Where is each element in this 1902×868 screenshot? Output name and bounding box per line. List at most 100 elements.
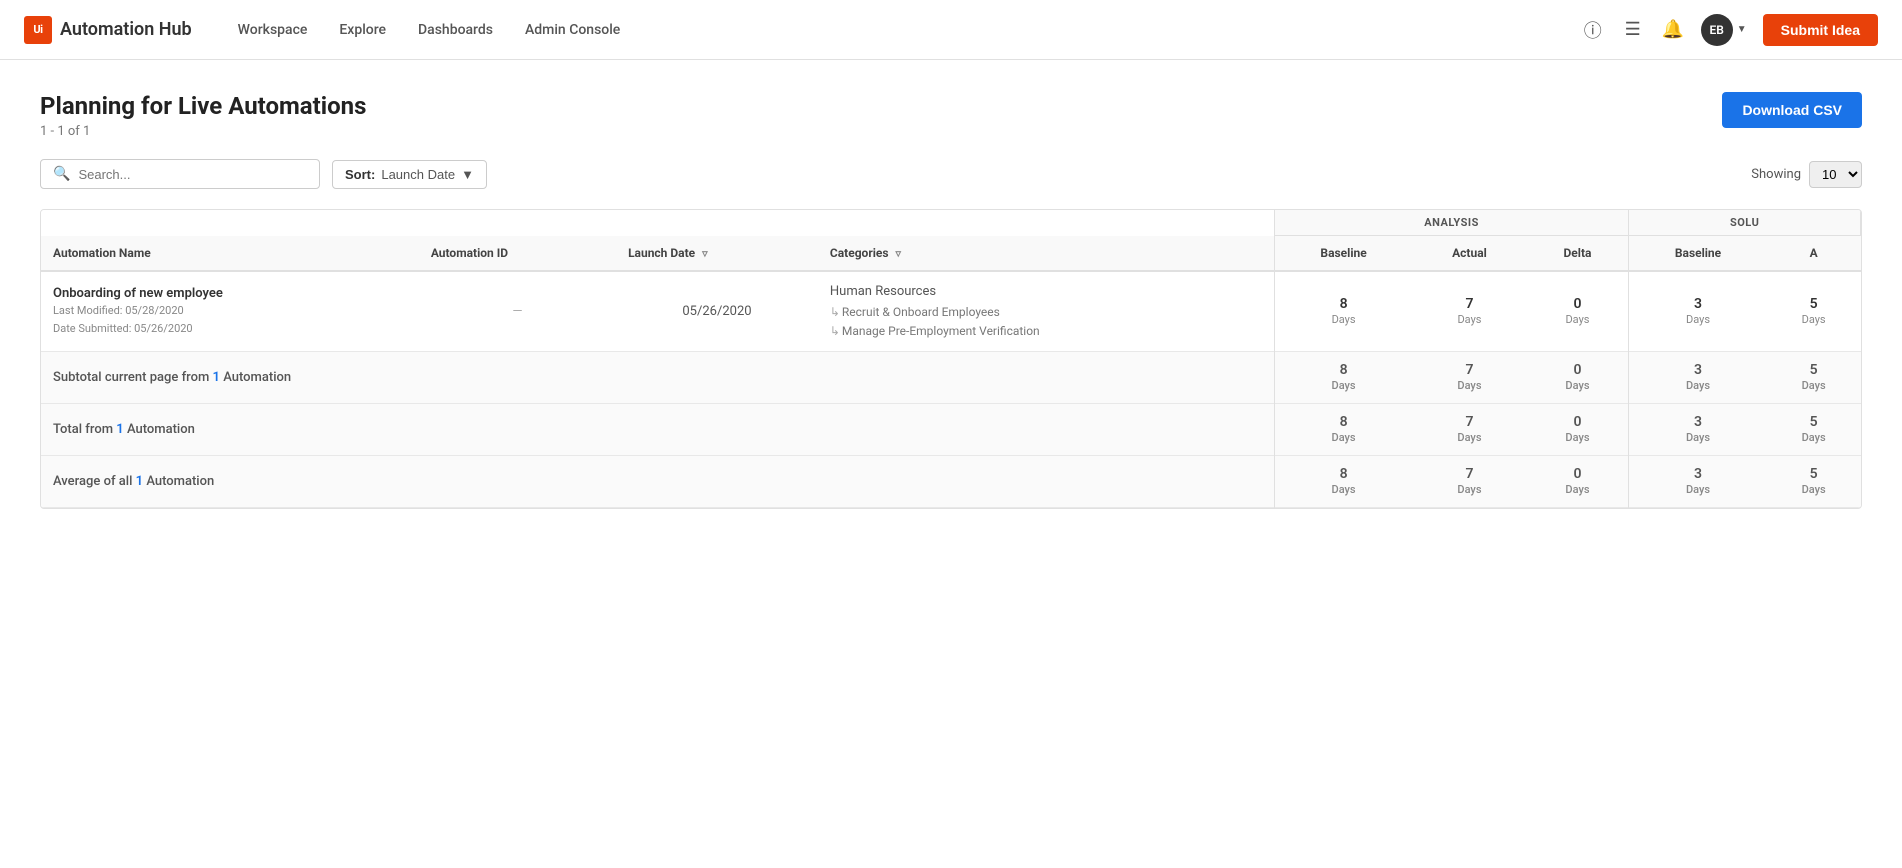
help-icon[interactable]: ⓘ xyxy=(1581,18,1605,42)
solution-baseline-unit: Days xyxy=(1686,313,1710,326)
subtotal-label: Subtotal current page from 1 Automation xyxy=(53,370,291,385)
average-solution-baseline: 3 Days xyxy=(1629,456,1767,508)
category-sub-2: Manage Pre-Employment Verification xyxy=(830,322,1262,341)
data-table-wrapper: ANALYSIS SOLU Automation Name Automation… xyxy=(40,209,1862,509)
submit-idea-button[interactable]: Submit Idea xyxy=(1763,14,1878,46)
col-analysis-baseline: Baseline xyxy=(1274,236,1412,272)
solution-a-unit: Days xyxy=(1802,313,1826,326)
launch-date-filter-icon[interactable]: ▿ xyxy=(702,247,708,260)
col-automation-id: Automation ID xyxy=(419,236,616,272)
analysis-actual-cell: 7 Days xyxy=(1412,271,1526,352)
category-main: Human Resources xyxy=(830,282,1262,303)
sort-label: Sort: xyxy=(345,167,375,182)
automation-name-cell: Onboarding of new employee Last Modified… xyxy=(41,271,419,352)
col-categories: Categories ▿ xyxy=(818,236,1274,272)
nav-admin-console[interactable]: Admin Console xyxy=(511,14,634,46)
total-solution-a: 5 Days xyxy=(1767,404,1861,456)
total-solution-baseline: 3 Days xyxy=(1629,404,1767,456)
average-row: Average of all 1 Automation 8 Days 7 Day… xyxy=(41,456,1861,508)
total-row: Total from 1 Automation 8 Days 7 Days xyxy=(41,404,1861,456)
subtotal-analysis-actual: 7 Days xyxy=(1412,352,1526,404)
search-box: 🔍 xyxy=(40,159,320,189)
subtotal-analysis-baseline: 8 Days xyxy=(1274,352,1412,404)
average-label-cell: Average of all 1 Automation xyxy=(41,456,1274,508)
total-analysis-delta: 0 Days xyxy=(1527,404,1629,456)
user-avatar: EB xyxy=(1701,14,1733,46)
category-sub-1: Recruit & Onboard Employees xyxy=(830,303,1262,322)
average-analysis-actual: 7 Days xyxy=(1412,456,1526,508)
col-launch-date: Launch Date ▿ xyxy=(616,236,818,272)
showing-select[interactable]: 10 25 50 xyxy=(1809,161,1862,188)
header: Ui Automation Hub Workspace Explore Dash… xyxy=(0,0,1902,60)
col-solution-baseline: Baseline xyxy=(1629,236,1767,272)
analysis-delta-cell: 0 Days xyxy=(1527,271,1629,352)
analysis-delta-unit: Days xyxy=(1565,313,1589,326)
avatar-chevron-icon: ▼ xyxy=(1737,24,1747,35)
logo-area: Ui Automation Hub xyxy=(24,16,192,44)
automation-meta-submitted: Date Submitted: 05/26/2020 xyxy=(53,321,407,338)
logo-icon: Ui xyxy=(24,16,52,44)
average-label: Average of all 1 Automation xyxy=(53,474,214,489)
search-icon: 🔍 xyxy=(53,166,70,182)
subtotal-solution-a: 5 Days xyxy=(1767,352,1861,404)
total-label: Total from 1 Automation xyxy=(53,422,195,437)
subtotal-solution-baseline: 3 Days xyxy=(1629,352,1767,404)
col-analysis-actual: Actual xyxy=(1412,236,1526,272)
sort-button[interactable]: Sort: Launch Date ▼ xyxy=(332,160,487,189)
empty-group-header xyxy=(41,210,1274,236)
nav-links: Workspace Explore Dashboards Admin Conso… xyxy=(224,14,1581,46)
total-analysis-baseline: 8 Days xyxy=(1274,404,1412,456)
notification-icon[interactable]: 🔔 xyxy=(1661,18,1685,42)
col-analysis-delta: Delta xyxy=(1527,236,1629,272)
automation-meta-modified: Last Modified: 05/28/2020 xyxy=(53,303,407,320)
table-row: Onboarding of new employee Last Modified… xyxy=(41,271,1861,352)
analysis-actual-value: 7 xyxy=(1424,296,1514,312)
page-title-area: Planning for Live Automations 1 - 1 of 1 xyxy=(40,92,366,139)
solution-baseline-cell: 3 Days xyxy=(1629,271,1767,352)
subtotal-label-cell: Subtotal current page from 1 Automation xyxy=(41,352,1274,404)
col-solution-a: A xyxy=(1767,236,1861,272)
page-title: Planning for Live Automations xyxy=(40,92,366,120)
user-avatar-wrapper[interactable]: EB ▼ xyxy=(1701,14,1747,46)
header-right: ⓘ ☰ 🔔 EB ▼ Submit Idea xyxy=(1581,14,1878,46)
filters-left: 🔍 Sort: Launch Date ▼ xyxy=(40,159,487,189)
main-content: Planning for Live Automations 1 - 1 of 1… xyxy=(0,60,1902,868)
nav-dashboards[interactable]: Dashboards xyxy=(404,14,507,46)
total-count: 1 xyxy=(116,422,123,437)
automation-name: Onboarding of new employee xyxy=(53,286,407,301)
solution-group-header: SOLU xyxy=(1629,210,1861,236)
average-count: 1 xyxy=(136,474,143,489)
solution-a-value: 5 xyxy=(1779,296,1849,312)
col-header-row: Automation Name Automation ID Launch Dat… xyxy=(41,236,1861,272)
page-subtitle: 1 - 1 of 1 xyxy=(40,124,366,139)
average-solution-a: 5 Days xyxy=(1767,456,1861,508)
analysis-delta-value: 0 xyxy=(1539,296,1617,312)
subtotal-row: Subtotal current page from 1 Automation … xyxy=(41,352,1861,404)
total-label-cell: Total from 1 Automation xyxy=(41,404,1274,456)
subtotal-analysis-delta: 0 Days xyxy=(1527,352,1629,404)
sort-value: Launch Date xyxy=(381,167,455,182)
average-analysis-delta: 0 Days xyxy=(1527,456,1629,508)
analysis-group-header: ANALYSIS xyxy=(1274,210,1628,236)
launch-date-cell: 05/26/2020 xyxy=(616,271,818,352)
search-input[interactable] xyxy=(78,167,307,182)
analysis-baseline-cell: 8 Days xyxy=(1274,271,1412,352)
logo-text: Automation Hub xyxy=(60,19,192,40)
data-table: ANALYSIS SOLU Automation Name Automation… xyxy=(41,210,1861,508)
filters-right: Showing 10 25 50 xyxy=(1751,161,1862,188)
tasks-icon[interactable]: ☰ xyxy=(1621,18,1645,42)
total-analysis-actual: 7 Days xyxy=(1412,404,1526,456)
analysis-actual-unit: Days xyxy=(1457,313,1481,326)
page-header: Planning for Live Automations 1 - 1 of 1… xyxy=(40,92,1862,139)
subtotal-count: 1 xyxy=(213,370,220,385)
download-csv-button[interactable]: Download CSV xyxy=(1722,92,1862,128)
solution-baseline-value: 3 xyxy=(1641,296,1754,312)
automation-id-cell: — xyxy=(419,271,616,352)
sort-chevron-icon: ▼ xyxy=(461,167,474,182)
categories-filter-icon[interactable]: ▿ xyxy=(896,247,902,260)
showing-label: Showing xyxy=(1751,167,1801,182)
solution-a-cell: 5 Days xyxy=(1767,271,1861,352)
average-analysis-baseline: 8 Days xyxy=(1274,456,1412,508)
nav-explore[interactable]: Explore xyxy=(325,14,400,46)
nav-workspace[interactable]: Workspace xyxy=(224,14,322,46)
